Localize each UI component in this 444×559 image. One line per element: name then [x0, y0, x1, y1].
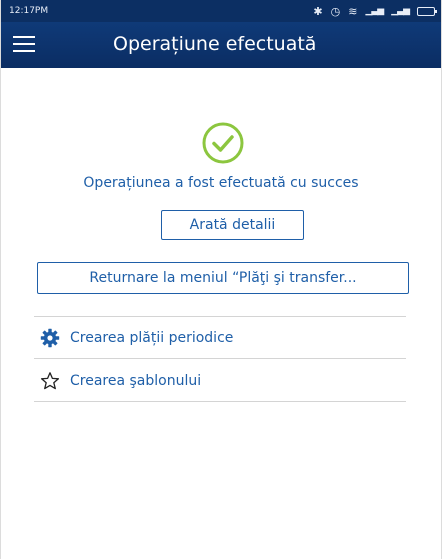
signal-icon: ▁▃▅ — [365, 6, 384, 16]
wifi-icon: ≋ — [348, 4, 358, 18]
divider — [34, 358, 406, 359]
check-circle-icon — [202, 122, 244, 164]
status-time: 12:17PM — [9, 6, 49, 16]
create-template-item[interactable]: Crearea şablonului — [34, 361, 406, 401]
return-to-menu-label: Returnare la meniul “Plăţi şi transfer..… — [89, 270, 357, 286]
create-periodic-payment-item[interactable]: Crearea plății periodice — [34, 318, 406, 358]
return-to-menu-button[interactable]: Returnare la meniul “Plăţi şi transfer..… — [37, 262, 409, 294]
battery-icon — [417, 6, 437, 16]
hamburger-menu-icon[interactable] — [13, 36, 35, 52]
alarm-icon: ◷ — [330, 4, 341, 18]
success-message: Operațiunea a fost efectuată cu succes — [83, 175, 359, 191]
show-details-label: Arată detalii — [189, 217, 276, 233]
create-template-label: Crearea şablonului — [70, 373, 202, 389]
divider — [34, 316, 406, 317]
app-bar: Operațiune efectuată — [1, 22, 441, 68]
bluetooth-icon: ✱ — [313, 4, 323, 18]
signal-icon: ▁▃▅ — [391, 6, 410, 16]
star-outline-icon — [40, 371, 60, 391]
show-details-button[interactable]: Arată detalii — [161, 210, 304, 240]
divider — [34, 401, 406, 402]
phone-screen: 12:17PM ✱ ◷ ≋ ▁▃▅ ▁▃▅ Operațiune efectua… — [0, 0, 442, 559]
page-title: Operațiune efectuată — [113, 33, 317, 55]
status-bar: 12:17PM ✱ ◷ ≋ ▁▃▅ ▁▃▅ — [1, 0, 441, 22]
status-icons: ✱ ◷ ≋ ▁▃▅ ▁▃▅ — [313, 4, 437, 18]
gear-icon — [40, 328, 60, 348]
create-periodic-payment-label: Crearea plății periodice — [70, 330, 234, 346]
